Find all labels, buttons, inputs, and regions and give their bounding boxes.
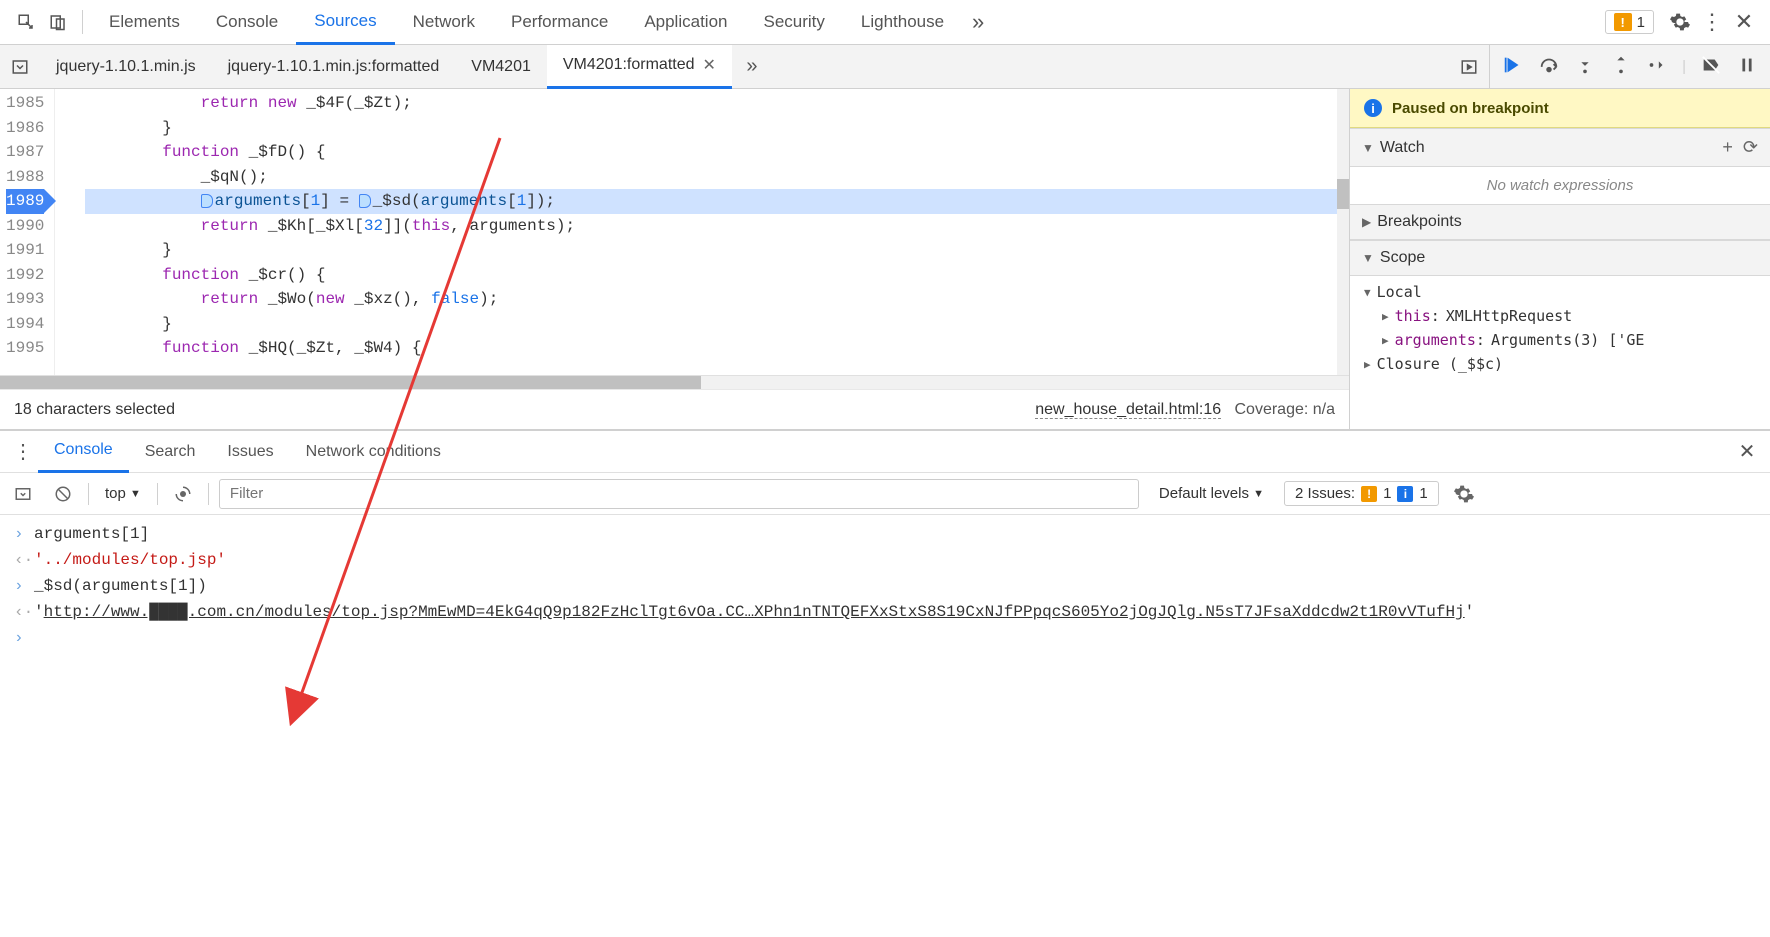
scope-item-this[interactable]: ▶this: XMLHttpRequest	[1364, 304, 1770, 328]
source-tab-3[interactable]: VM4201:formatted ✕	[547, 45, 732, 89]
drawer-tab-console[interactable]: Console	[38, 431, 129, 473]
step-out-icon[interactable]	[1610, 54, 1632, 80]
tab-sources[interactable]: Sources	[296, 0, 394, 45]
breakpoints-section-header[interactable]: ▶Breakpoints	[1350, 204, 1770, 240]
context-selector[interactable]: top ▼	[99, 485, 147, 502]
console-line[interactable]: ‹·'http://www.████.com.cn/modules/top.js…	[0, 599, 1770, 625]
tab-elements[interactable]: Elements	[91, 0, 198, 45]
scope-item-arguments[interactable]: ▶arguments: Arguments(3) ['GE	[1364, 328, 1770, 352]
issues-summary[interactable]: 2 Issues: !1 i1	[1284, 481, 1439, 506]
source-tabs-row: jquery-1.10.1.min.js jquery-1.10.1.min.j…	[0, 45, 1770, 89]
console-drawer: ⋮ Console Search Issues Network conditio…	[0, 429, 1770, 657]
close-tab-icon[interactable]: ✕	[703, 55, 716, 75]
run-snippet-icon[interactable]	[1449, 47, 1489, 87]
live-expression-icon[interactable]	[168, 479, 198, 509]
tab-security[interactable]: Security	[745, 0, 842, 45]
debugger-side-pane: i Paused on breakpoint ▼Watch + ⟳ No wat…	[1350, 89, 1770, 429]
console-line[interactable]: ›_$sd(arguments[1])	[0, 573, 1770, 599]
close-drawer-icon[interactable]: ✕	[1732, 437, 1762, 467]
issues-count: 1	[1637, 14, 1645, 31]
tab-application[interactable]: Application	[626, 0, 745, 45]
device-toggle-icon[interactable]	[42, 6, 74, 38]
info-icon: i	[1397, 486, 1413, 502]
vertical-scrollbar[interactable]	[1337, 89, 1349, 375]
inspect-icon[interactable]	[10, 6, 42, 38]
console-toolbar: top ▼ Default levels ▼ 2 Issues: !1 i1	[0, 473, 1770, 515]
scope-closure[interactable]: ▶Closure (_$$c)	[1364, 352, 1770, 376]
coverage-info: Coverage: n/a	[1234, 401, 1335, 418]
console-body[interactable]: ›arguments[1]‹·'../modules/top.jsp'›_$sd…	[0, 515, 1770, 657]
code-lines[interactable]: return new _$4F(_$Zt); } function _$fD()…	[55, 89, 1349, 375]
warning-icon: !	[1614, 13, 1632, 31]
warning-icon: !	[1361, 486, 1377, 502]
main-panes: 1985198619871988198919901991199219931994…	[0, 89, 1770, 429]
code-pane: 1985198619871988198919901991199219931994…	[0, 89, 1350, 429]
code-status-bar: 18 characters selected new_house_detail.…	[0, 389, 1349, 429]
log-levels-selector[interactable]: Default levels ▼	[1149, 485, 1274, 502]
refresh-watch-icon[interactable]: ⟳	[1743, 137, 1758, 158]
console-line[interactable]: ‹·'../modules/top.jsp'	[0, 547, 1770, 573]
drawer-tab-network-conditions[interactable]: Network conditions	[290, 431, 457, 473]
settings-icon[interactable]	[1664, 6, 1696, 38]
console-prompt[interactable]: ›	[0, 625, 1770, 651]
drawer-tab-issues[interactable]: Issues	[211, 431, 289, 473]
step-over-icon[interactable]	[1538, 54, 1560, 80]
step-into-icon[interactable]	[1574, 54, 1596, 80]
clear-console-icon[interactable]	[48, 479, 78, 509]
tab-network[interactable]: Network	[395, 0, 493, 45]
console-line[interactable]: ›arguments[1]	[0, 521, 1770, 547]
source-link[interactable]: new_house_detail.html:16	[1035, 401, 1221, 419]
console-sidebar-toggle-icon[interactable]	[8, 479, 38, 509]
horizontal-scrollbar[interactable]	[0, 375, 1349, 389]
scope-body: ▼Local ▶this: XMLHttpRequest ▶arguments:…	[1350, 276, 1770, 384]
scope-local[interactable]: ▼Local	[1364, 280, 1770, 304]
tab-performance[interactable]: Performance	[493, 0, 626, 45]
watch-empty: No watch expressions	[1350, 167, 1770, 204]
more-tabs-icon[interactable]: »	[962, 6, 994, 38]
devtools-main-tabs: Elements Console Sources Network Perform…	[0, 0, 1770, 45]
selection-info: 18 characters selected	[14, 401, 175, 419]
console-settings-icon[interactable]	[1449, 479, 1479, 509]
source-tab-2[interactable]: VM4201	[455, 45, 547, 89]
deactivate-breakpoints-icon[interactable]	[1700, 54, 1722, 80]
add-watch-icon[interactable]: +	[1722, 137, 1733, 158]
resume-icon[interactable]	[1502, 54, 1524, 80]
source-tab-1[interactable]: jquery-1.10.1.min.js:formatted	[212, 45, 456, 89]
tab-lighthouse[interactable]: Lighthouse	[843, 0, 962, 45]
watch-section-header[interactable]: ▼Watch + ⟳	[1350, 128, 1770, 167]
scope-section-header[interactable]: ▼Scope	[1350, 240, 1770, 276]
issues-badge[interactable]: ! 1	[1605, 10, 1654, 34]
close-devtools-icon[interactable]: ✕	[1728, 6, 1760, 38]
source-tab-0[interactable]: jquery-1.10.1.min.js	[40, 45, 212, 89]
drawer-tab-search[interactable]: Search	[129, 431, 212, 473]
line-gutter[interactable]: 1985198619871988198919901991199219931994…	[0, 89, 55, 375]
drawer-menu-icon[interactable]: ⋮	[8, 437, 38, 467]
paused-banner: i Paused on breakpoint	[1350, 89, 1770, 128]
filter-input[interactable]	[219, 479, 1139, 509]
pause-exceptions-icon[interactable]	[1736, 54, 1758, 80]
kebab-menu-icon[interactable]: ⋮	[1696, 6, 1728, 38]
info-icon: i	[1364, 99, 1382, 117]
step-icon[interactable]	[1646, 54, 1668, 80]
more-source-tabs-icon[interactable]: »	[732, 47, 772, 87]
tab-console[interactable]: Console	[198, 0, 296, 45]
code-editor[interactable]: 1985198619871988198919901991199219931994…	[0, 89, 1349, 375]
drawer-tabs: ⋮ Console Search Issues Network conditio…	[0, 431, 1770, 473]
navigator-toggle-icon[interactable]	[0, 47, 40, 87]
debug-controls: |	[1489, 45, 1770, 89]
